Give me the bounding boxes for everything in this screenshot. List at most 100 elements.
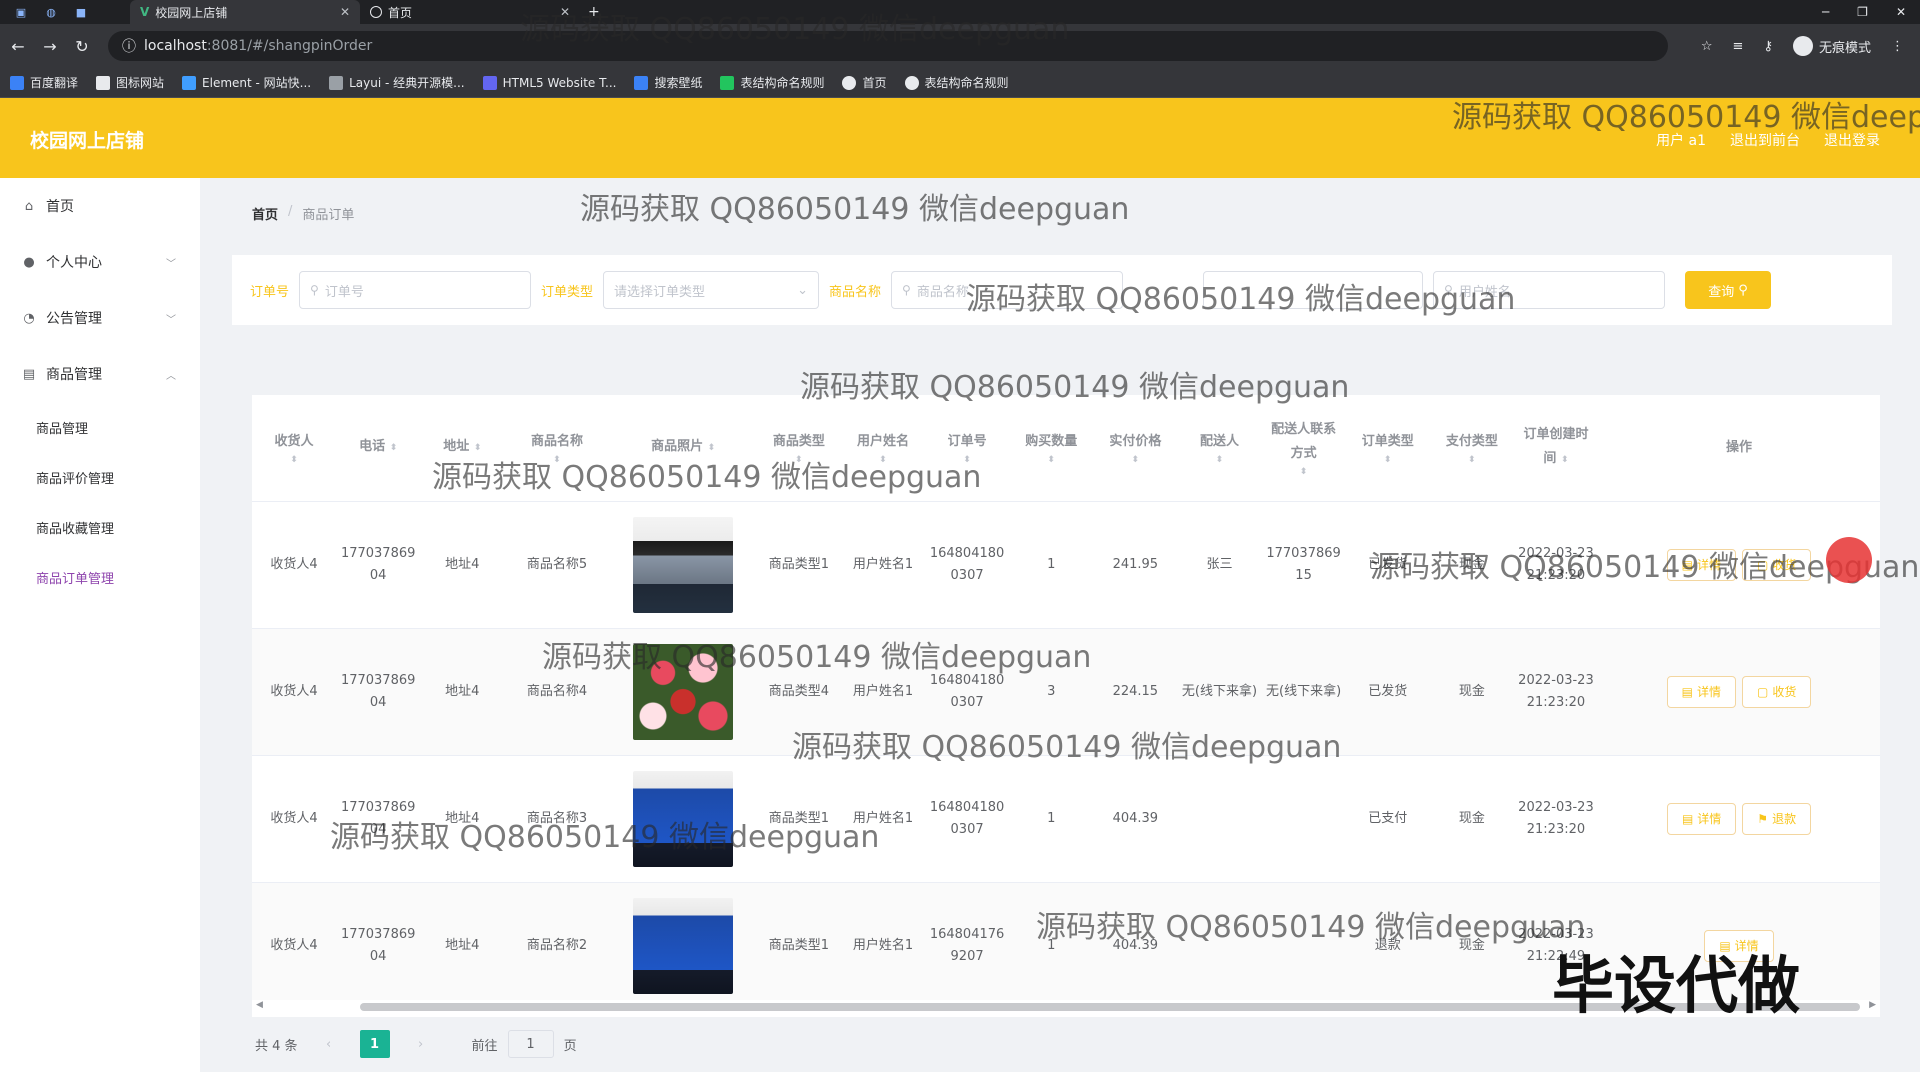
- col-header[interactable]: 商品照片 ⬍: [609, 395, 757, 502]
- sort-icon[interactable]: ⬍: [845, 454, 921, 466]
- placeholder: 订单号: [324, 284, 364, 300]
- goto-input[interactable]: 1: [507, 1030, 554, 1058]
- col-header[interactable]: 地址 ⬍: [420, 395, 505, 502]
- sort-icon[interactable]: ⬍: [1434, 454, 1510, 466]
- col-header[interactable]: 购买数量 ⬍: [1009, 395, 1094, 502]
- col-header[interactable]: 收货人 ⬍: [252, 395, 337, 502]
- sort-icon[interactable]: ⬍: [1350, 454, 1426, 466]
- col-header[interactable]: 商品名称 ⬍: [504, 395, 610, 502]
- sort-icon[interactable]: ⬍: [390, 443, 398, 453]
- bookmark-item[interactable]: 首页: [842, 74, 887, 91]
- search-icon: ⚲: [902, 283, 911, 297]
- goods-name-input[interactable]: ⚲ 商品名称: [891, 271, 1124, 309]
- col-header[interactable]: 商品类型 ⬍: [756, 395, 841, 502]
- sidebar-item-home[interactable]: ⌂ 首页: [0, 178, 200, 234]
- tab-strip-icon: ■: [75, 5, 87, 19]
- sort-icon[interactable]: ⬍: [1181, 454, 1257, 466]
- close-tab-icon[interactable]: ✕: [340, 5, 350, 19]
- detail-button[interactable]: ▤ 详情: [1666, 548, 1736, 581]
- bookmark-star-icon[interactable]: ☆: [1701, 39, 1713, 54]
- sort-icon[interactable]: ⬍: [1266, 466, 1342, 478]
- bookmark-label: 百度翻译: [30, 76, 79, 90]
- close-window-icon[interactable]: ✕: [1896, 5, 1906, 19]
- bookmark-item[interactable]: 表结构命名规则: [720, 74, 824, 91]
- bookmark-item[interactable]: 表结构命名规则: [904, 74, 1009, 91]
- receive-button[interactable]: ▢ 收货: [1742, 548, 1812, 581]
- username-input[interactable]: ⚲ 用户姓名: [1433, 271, 1666, 309]
- sidebar-sub-goods[interactable]: 商品管理: [0, 402, 200, 452]
- window-controls: ─ ❐ ✕: [1822, 0, 1920, 24]
- logout-link[interactable]: 退出登录: [1824, 130, 1880, 150]
- orders-table: 收货人 ⬍ 电话 ⬍ 地址 ⬍ 商品名称 ⬍ 商品照片 ⬍ 商品类型 ⬍ 用户姓名 ⬍ …: [252, 395, 1880, 1017]
- sidebar-item-goods[interactable]: ▤ 商品管理 ︿: [0, 346, 200, 402]
- close-tab-icon[interactable]: ✕: [560, 5, 570, 19]
- order-type-select[interactable]: 请选择订单类型 ⌄: [603, 271, 820, 309]
- bookmark-item[interactable]: 百度翻译: [10, 74, 78, 91]
- scroll-left-icon[interactable]: ◀: [256, 1000, 263, 1010]
- flag-icon: [96, 75, 111, 90]
- forward-icon[interactable]: →: [36, 37, 64, 56]
- media-icon[interactable]: ≡: [1733, 39, 1744, 54]
- col-header[interactable]: 支付类型 ⬍: [1429, 395, 1514, 502]
- prev-page-icon[interactable]: ‹: [314, 1030, 344, 1058]
- col-header[interactable]: 电话 ⬍: [336, 395, 421, 502]
- corner-watermark: 毕设代做: [1552, 949, 1801, 1022]
- cell-courier: [1177, 882, 1262, 1010]
- receive-button[interactable]: ▢ 收货: [1742, 675, 1812, 708]
- col-header[interactable]: 配送人联系方式 ⬍: [1261, 395, 1346, 502]
- sort-icon[interactable]: ⬍: [1097, 454, 1173, 466]
- col-header[interactable]: 订单号 ⬍: [925, 395, 1010, 502]
- type-filter-input[interactable]: [1203, 271, 1424, 309]
- refund-button[interactable]: ⚑ 退款: [1742, 802, 1812, 835]
- sidebar-item-notice[interactable]: ◔ 公告管理 ﹀: [0, 290, 200, 346]
- detail-button[interactable]: ▤ 详情: [1666, 675, 1736, 708]
- next-page-icon[interactable]: ›: [406, 1030, 436, 1058]
- sort-icon[interactable]: ⬍: [508, 454, 605, 466]
- box-icon: ▢: [1757, 557, 1769, 572]
- tab-shop[interactable]: V 校园网上店铺 ✕: [130, 0, 360, 24]
- order-no-input[interactable]: ⚲ 订单号: [299, 271, 532, 309]
- minimize-icon[interactable]: ─: [1822, 5, 1829, 19]
- sidebar-sub-orders[interactable]: 商品订单管理: [0, 552, 200, 602]
- bookmark-item[interactable]: Element - 网站快...: [182, 74, 311, 91]
- incognito-label: 无痕模式: [1818, 40, 1871, 56]
- bookmark-item[interactable]: 搜索壁纸: [634, 74, 702, 91]
- bookmark-item[interactable]: Layui - 经典开源模...: [329, 74, 465, 91]
- col-header[interactable]: 订单类型 ⬍: [1345, 395, 1430, 502]
- sort-icon[interactable]: ⬍: [929, 454, 1005, 466]
- restore-icon[interactable]: ❐: [1857, 5, 1868, 19]
- browser-toolbar: ← → ↻ ⓘ localhost:8081/#/shangpinOrder ☆…: [0, 24, 1920, 68]
- new-tab-icon[interactable]: +: [588, 4, 600, 20]
- detail-button[interactable]: ▤ 详情: [1666, 802, 1737, 835]
- reload-icon[interactable]: ↻: [68, 37, 96, 56]
- sidebar-sub-favorites[interactable]: 商品收藏管理: [0, 502, 200, 552]
- sort-icon[interactable]: ⬍: [474, 443, 482, 453]
- more-icon[interactable]: ⋮: [1891, 39, 1904, 54]
- bookmark-item[interactable]: HTML5 Website T...: [482, 75, 616, 90]
- browser-menu-icon[interactable]: ▣: [12, 5, 30, 19]
- sort-icon[interactable]: ⬍: [1013, 454, 1089, 466]
- placeholder: 用户姓名: [1458, 284, 1511, 300]
- sort-icon[interactable]: ⬍: [708, 443, 716, 453]
- col-header[interactable]: 配送人 ⬍: [1177, 395, 1262, 502]
- col-header[interactable]: 订单创建时间 ⬍: [1513, 395, 1599, 502]
- page-number[interactable]: 1: [359, 1030, 390, 1058]
- address-bar[interactable]: ⓘ localhost:8081/#/shangpinOrder: [108, 31, 1668, 61]
- tab-home[interactable]: 首页 ✕: [360, 0, 580, 24]
- sort-icon[interactable]: ⬍: [761, 454, 837, 466]
- back-icon[interactable]: ←: [4, 37, 32, 56]
- back-to-front-link[interactable]: 退出到前台: [1730, 130, 1800, 150]
- scroll-right-icon[interactable]: ▶: [1869, 1000, 1876, 1010]
- sort-icon[interactable]: ⬍: [1561, 455, 1569, 465]
- sort-icon[interactable]: ⬍: [256, 454, 332, 466]
- sidebar-sub-reviews[interactable]: 商品评价管理: [0, 452, 200, 502]
- incognito-indicator[interactable]: 无痕模式: [1792, 36, 1871, 56]
- breadcrumb-home[interactable]: 首页: [252, 204, 278, 223]
- sidebar-item-personal[interactable]: ● 个人中心 ﹀: [0, 234, 200, 290]
- key-icon[interactable]: ⚷: [1763, 39, 1773, 54]
- col-header[interactable]: 用户姓名 ⬍: [840, 395, 926, 502]
- col-header[interactable]: 实付价格 ⬍: [1093, 395, 1178, 502]
- bookmark-item[interactable]: 图标网站: [96, 74, 164, 91]
- info-icon[interactable]: ⓘ: [122, 36, 136, 56]
- query-button[interactable]: 查询 ⚲: [1685, 271, 1772, 309]
